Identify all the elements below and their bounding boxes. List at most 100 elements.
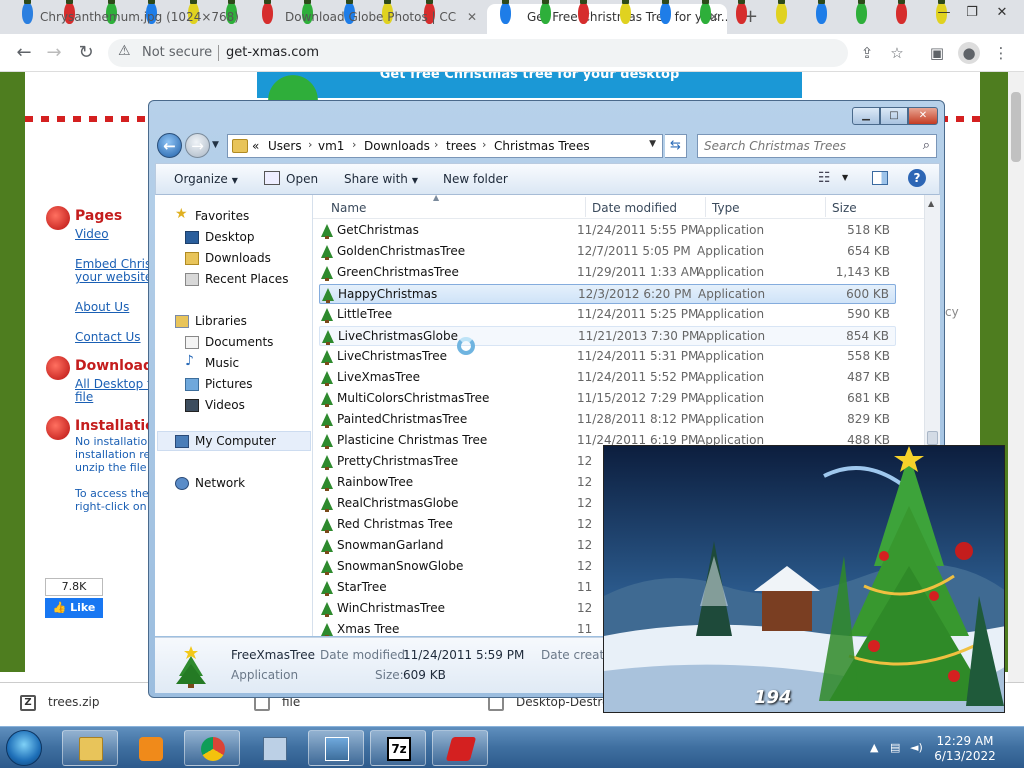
minimize-icon[interactable]: ▁ [852,107,880,125]
show-hidden-icons-icon[interactable]: ▲ [870,741,878,754]
all-desktop-link[interactable]: All Desktop t [75,377,152,391]
file-type: Application [697,265,765,279]
close-window-icon[interactable]: ✕ [988,2,1016,24]
url-text[interactable]: get-xmas.com [226,45,319,60]
tab-download-globe-photos[interactable]: Download Globe Photos | CC ✕ [245,4,485,34]
reload-icon[interactable]: ↻ [74,41,98,65]
breadcrumb-overflow[interactable]: « [252,139,259,153]
file-row[interactable]: GreenChristmasTree 11/29/2011 1:33 AM Appl… [319,263,896,283]
volume-icon[interactable]: ◄) [910,741,923,754]
page-scrollbar[interactable] [1008,72,1024,682]
contact-us-link[interactable]: Contact Us [75,330,141,344]
file-row[interactable]: LiveChristmasTree 11/24/2011 5:31 PM Appli… [319,347,896,367]
file-row[interactable]: PaintedChristmasTree 11/28/2011 8:12 PM Ap… [319,410,896,430]
taskbar-keyboard[interactable] [246,730,302,766]
back-arrow-icon[interactable]: ← [12,41,36,65]
taskbar-picture-viewer[interactable] [308,730,364,766]
file-row[interactable]: HappyChristmas 12/3/2012 6:20 PM Applicati… [319,284,896,304]
candy-cane-border [25,116,150,122]
chevron-down-icon[interactable]: ▼ [842,173,848,182]
scrollbar-thumb[interactable] [927,431,938,445]
breadcrumb-users[interactable]: Users [268,139,302,153]
file-link[interactable]: file [75,390,93,404]
column-divider[interactable] [705,197,706,217]
view-options-icon[interactable]: ☷ [818,170,831,186]
organize-button[interactable]: Organize ▼ [174,172,238,186]
libraries-icon [175,315,189,328]
taskbar-media-player[interactable] [122,730,178,766]
embed-link[interactable]: Embed Christ [75,257,156,271]
like-count: 7.8K [45,578,103,596]
network-tray-icon[interactable]: ▤ [890,741,900,754]
christmas-tree-animation[interactable]: 194 [603,445,1005,713]
breadcrumb-chevron-icon[interactable]: › [352,138,356,151]
minimize-window-icon[interactable]: — [930,2,958,24]
column-divider[interactable] [825,197,826,217]
taskbar-explorer[interactable] [62,730,118,766]
tab-get-free-christmas-tree[interactable]: Get Free Christmas Tree for your... ✕ [487,4,727,34]
scrollbar-thumb[interactable] [1011,92,1021,162]
clock[interactable]: 12:29 AM 6/13/2022 [930,734,1000,764]
forward-arrow-icon[interactable]: → [42,41,66,65]
tab-chrysanthemum[interactable]: Chrysanthemum.jpg (1024×768) [0,4,240,34]
file-row[interactable]: MultiColorsChristmasTree 11/15/2012 7:29 … [319,389,896,409]
breadcrumb-chevron-icon[interactable]: › [482,138,486,151]
file-row[interactable]: GetChristmas 11/24/2011 5:55 PM Applicatio… [319,221,896,241]
search-input[interactable] [704,138,904,154]
menu-kebab-icon[interactable]: ⋮ [990,42,1012,64]
search-icon[interactable]: ⌕ [923,138,930,153]
column-name[interactable]: Name [331,201,366,215]
open-button[interactable]: Open [286,172,318,186]
breadcrumb-chevron-icon[interactable]: › [434,138,438,151]
recent-pages-chevron-icon[interactable]: ▼ [212,140,219,150]
facebook-like-button[interactable]: 👍 Like [45,598,103,618]
side-panel-icon[interactable]: ▣ [926,42,948,64]
taskbar-7zip[interactable]: 7z [370,730,426,766]
column-type[interactable]: Type [712,201,740,215]
warning-triangle-icon[interactable]: ⚠ [118,43,131,59]
breadcrumb-chevron-icon[interactable]: › [308,138,312,151]
preview-pane-icon[interactable] [872,171,888,185]
bookmark-star-icon[interactable]: ☆ [886,42,908,64]
security-status[interactable]: Not secure [142,45,212,60]
nav-label: Documents [205,335,274,349]
back-arrow-icon[interactable]: ← [157,133,182,158]
column-divider[interactable] [585,197,586,217]
taskbar-chrome[interactable] [184,730,240,766]
taskbar-xmas-app[interactable] [432,730,488,766]
about-us-link[interactable]: About Us [75,300,129,314]
file-row[interactable]: GoldenChristmasTree 12/7/2011 5:05 PM Appl… [319,242,896,262]
refresh-icon[interactable]: ⇆ [665,134,687,158]
help-icon[interactable]: ? [908,169,926,187]
column-date-modified[interactable]: Date modified [592,201,677,215]
breadcrumb-christmas-trees[interactable]: Christmas Trees [494,139,590,153]
restore-window-icon[interactable]: ❐ [958,2,986,24]
breadcrumb-downloads[interactable]: Downloads [364,139,430,153]
breadcrumb-vm1[interactable]: vm1 [318,139,344,153]
video-link[interactable]: Video [75,227,109,241]
file-name: SnowmanSnowGlobe [337,559,464,573]
file-row[interactable]: LiveXmasTree 11/24/2011 5:52 PM Applicatio… [319,368,896,388]
file-name: GetChristmas [337,223,419,237]
share-icon[interactable]: ⇪ [856,42,878,64]
breadcrumb-trees[interactable]: trees [446,139,476,153]
file-row[interactable]: LiveChristmasGlobe 11/21/2013 7:30 PM Appl… [319,326,896,346]
embed-link-line2[interactable]: your website [75,270,152,284]
profile-avatar-icon[interactable]: ● [958,42,980,64]
address-bar[interactable]: ⚠ Not secure get-xmas.com [108,39,848,67]
new-folder-button[interactable]: New folder [443,172,508,186]
close-icon[interactable]: ✕ [908,107,938,125]
file-row[interactable]: LittleTree 11/24/2011 5:25 PM Application 5… [319,305,896,325]
start-button[interactable] [6,730,42,766]
privacy-link-fragment[interactable]: cy [945,305,959,319]
file-type: Application [698,329,766,343]
maximize-icon[interactable]: □ [880,107,908,125]
address-dropdown-icon[interactable]: ▼ [649,139,656,149]
close-tab-icon[interactable]: ✕ [467,4,477,30]
share-with-button[interactable]: Share with ▼ [344,172,418,186]
forward-arrow-icon[interactable]: → [185,133,210,158]
column-size[interactable]: Size [832,201,857,215]
ornament-ball-icon [46,206,70,230]
scroll-up-icon[interactable]: ▲ [928,199,934,208]
explorer-address-bar[interactable]: « Users › vm1 › Downloads › trees › Chri… [227,134,663,158]
